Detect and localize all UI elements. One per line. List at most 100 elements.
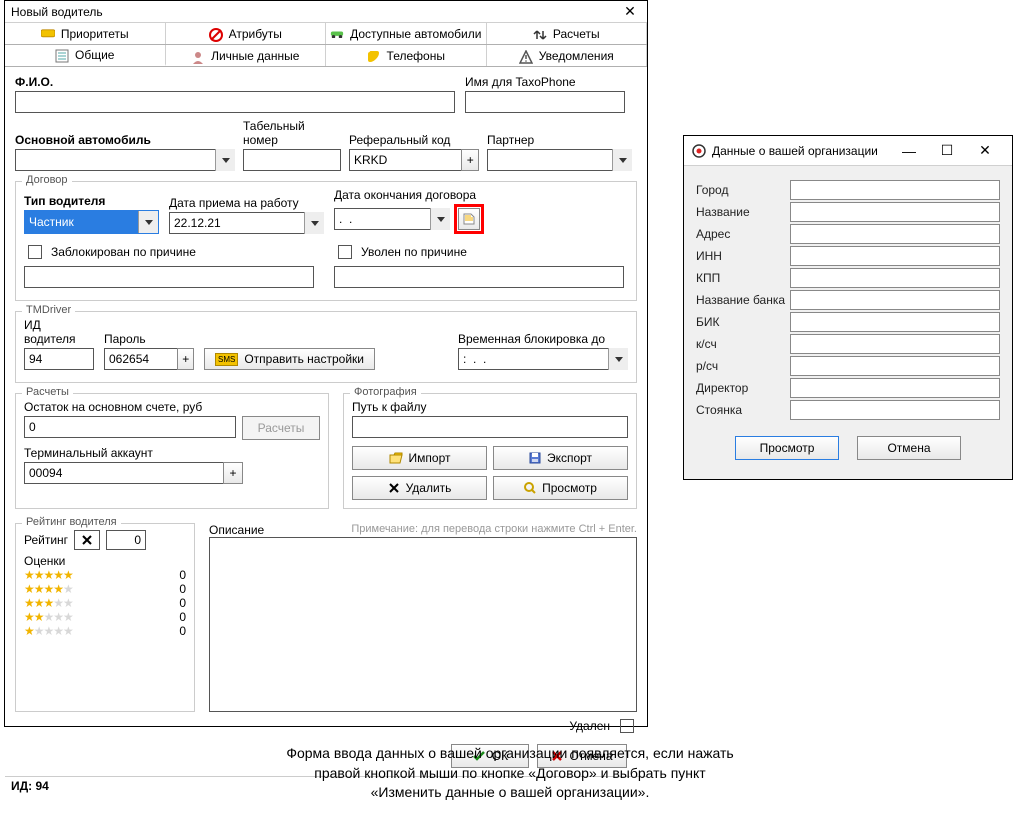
blocked-label: Заблокирован по причине <box>51 245 196 259</box>
org-titlebar: Данные о вашей организации — ☐ ✕ <box>684 136 1012 166</box>
fired-reason-input[interactable] <box>334 266 624 288</box>
contract-doc-button[interactable] <box>458 208 480 230</box>
contract-end-combo[interactable] <box>334 208 450 230</box>
partner-input[interactable] <box>487 149 632 171</box>
maincar-combo[interactable] <box>15 149 235 171</box>
field-label: Стоянка <box>696 403 790 417</box>
chevron-down-icon[interactable] <box>608 348 628 370</box>
chevron-down-icon[interactable] <box>215 149 235 171</box>
tempblock-combo[interactable] <box>458 348 628 370</box>
termacc-input[interactable] <box>24 462 224 484</box>
chevron-down-icon[interactable] <box>430 208 450 230</box>
warn-icon <box>519 50 533 62</box>
rating-legend: Рейтинг водителя <box>22 516 121 528</box>
form-row: Адрес <box>696 224 1000 244</box>
field-label: Название <box>696 205 790 219</box>
desc-textarea[interactable] <box>209 537 637 712</box>
field-label: Директор <box>696 381 790 395</box>
taxophone-input[interactable] <box>465 91 625 113</box>
driver-id-input[interactable] <box>24 348 94 370</box>
priorities-icon <box>41 28 55 40</box>
korr-acc-input[interactable] <box>790 334 1000 354</box>
minimize-button[interactable]: — <box>890 142 928 160</box>
rating-row: ★★★★★0 <box>24 610 186 624</box>
chevron-down-icon[interactable] <box>304 212 324 234</box>
settle-acc-input[interactable] <box>790 356 1000 376</box>
tabel-input[interactable] <box>243 149 341 171</box>
tab-label: Атрибуты <box>229 27 282 41</box>
chevron-down-icon[interactable] <box>138 211 158 233</box>
tab-label: Личные данные <box>211 49 299 63</box>
contract-legend: Договор <box>22 174 72 186</box>
stars-icon: ★★★★★ <box>24 596 73 610</box>
sms-icon: SMS <box>215 353 238 366</box>
figure-caption: Форма ввода данных о вашей организации п… <box>0 744 1020 803</box>
preview-photo-button[interactable]: Просмотр <box>493 476 628 500</box>
delete-button[interactable]: Удалить <box>352 476 487 500</box>
director-input[interactable] <box>790 378 1000 398</box>
path-input[interactable] <box>352 416 628 438</box>
driver-type-combo[interactable] <box>24 210 159 234</box>
plus-button[interactable]: + <box>461 149 479 171</box>
stars-icon: ★★★★★ <box>24 568 73 582</box>
org-preview-button[interactable]: Просмотр <box>735 436 839 460</box>
deleted-checkbox[interactable] <box>620 719 634 733</box>
fio-input[interactable] <box>15 91 455 113</box>
fired-checkbox[interactable] <box>338 245 352 259</box>
hire-date-input[interactable] <box>169 212 324 234</box>
contract-group: Договор Тип водителя Дата приема на рабо… <box>15 181 637 301</box>
pwd-plus-button[interactable]: + <box>177 348 194 370</box>
swap-icon <box>533 28 547 40</box>
blocked-checkbox[interactable] <box>28 245 42 259</box>
ref-input[interactable] <box>349 149 462 171</box>
org-cancel-button[interactable]: Отмена <box>857 436 961 460</box>
tempblock-input[interactable] <box>458 348 628 370</box>
form-row: Директор <box>696 378 1000 398</box>
parking-input[interactable] <box>790 400 1000 420</box>
chevron-down-icon[interactable] <box>612 149 632 171</box>
tab-calc[interactable]: Расчеты <box>487 23 648 44</box>
hire-date-combo[interactable] <box>169 212 324 234</box>
tab-label: Доступные автомобили <box>350 27 481 41</box>
bankname-input[interactable] <box>790 290 1000 310</box>
close-button[interactable]: ✕ <box>619 3 641 21</box>
contract-doc-highlight <box>454 204 484 234</box>
partner-combo[interactable] <box>487 149 632 171</box>
tab-priorities[interactable]: Приоритеты <box>5 23 166 44</box>
car-icon <box>330 28 344 40</box>
rating-row: ★★★★★0 <box>24 596 186 610</box>
bik-input[interactable] <box>790 312 1000 332</box>
balance-input[interactable] <box>24 416 236 438</box>
rating-count: 0 <box>179 568 186 582</box>
password-label: Пароль <box>104 332 194 346</box>
kpp-input[interactable] <box>790 268 1000 288</box>
marks-label: Оценки <box>24 554 186 568</box>
btn-label: Просмотр <box>760 441 815 455</box>
blocked-reason-input[interactable] <box>24 266 314 288</box>
ref-label: Реферальный код <box>349 133 479 147</box>
window-title: Новый водитель <box>11 5 103 19</box>
tab-phones[interactable]: Телефоны <box>326 45 487 66</box>
calc-button[interactable]: Расчеты <box>242 416 320 440</box>
tab-attributes[interactable]: Атрибуты <box>166 23 327 44</box>
tab-general[interactable]: Общие <box>5 45 166 66</box>
maincar-input[interactable] <box>15 149 235 171</box>
tab-notifications[interactable]: Уведомления <box>487 45 648 66</box>
city-input[interactable] <box>790 180 1000 200</box>
maximize-button[interactable]: ☐ <box>928 142 966 160</box>
tab-personal[interactable]: Личные данные <box>166 45 327 66</box>
inn-input[interactable] <box>790 246 1000 266</box>
tab-label: Телефоны <box>387 49 445 63</box>
tab-label: Приоритеты <box>61 27 129 41</box>
close-button[interactable]: ✕ <box>966 142 1004 160</box>
tab-label: Общие <box>75 48 114 62</box>
import-button[interactable]: Импорт <box>352 446 487 470</box>
tab-available-cars[interactable]: Доступные автомобили <box>326 23 487 44</box>
rating-count: 0 <box>179 610 186 624</box>
address-input[interactable] <box>790 224 1000 244</box>
name-input[interactable] <box>790 202 1000 222</box>
termacc-plus-button[interactable]: + <box>223 462 243 484</box>
password-input[interactable] <box>104 348 178 370</box>
send-settings-button[interactable]: SMS Отправить настройки <box>204 348 375 370</box>
export-button[interactable]: Экспорт <box>493 446 628 470</box>
